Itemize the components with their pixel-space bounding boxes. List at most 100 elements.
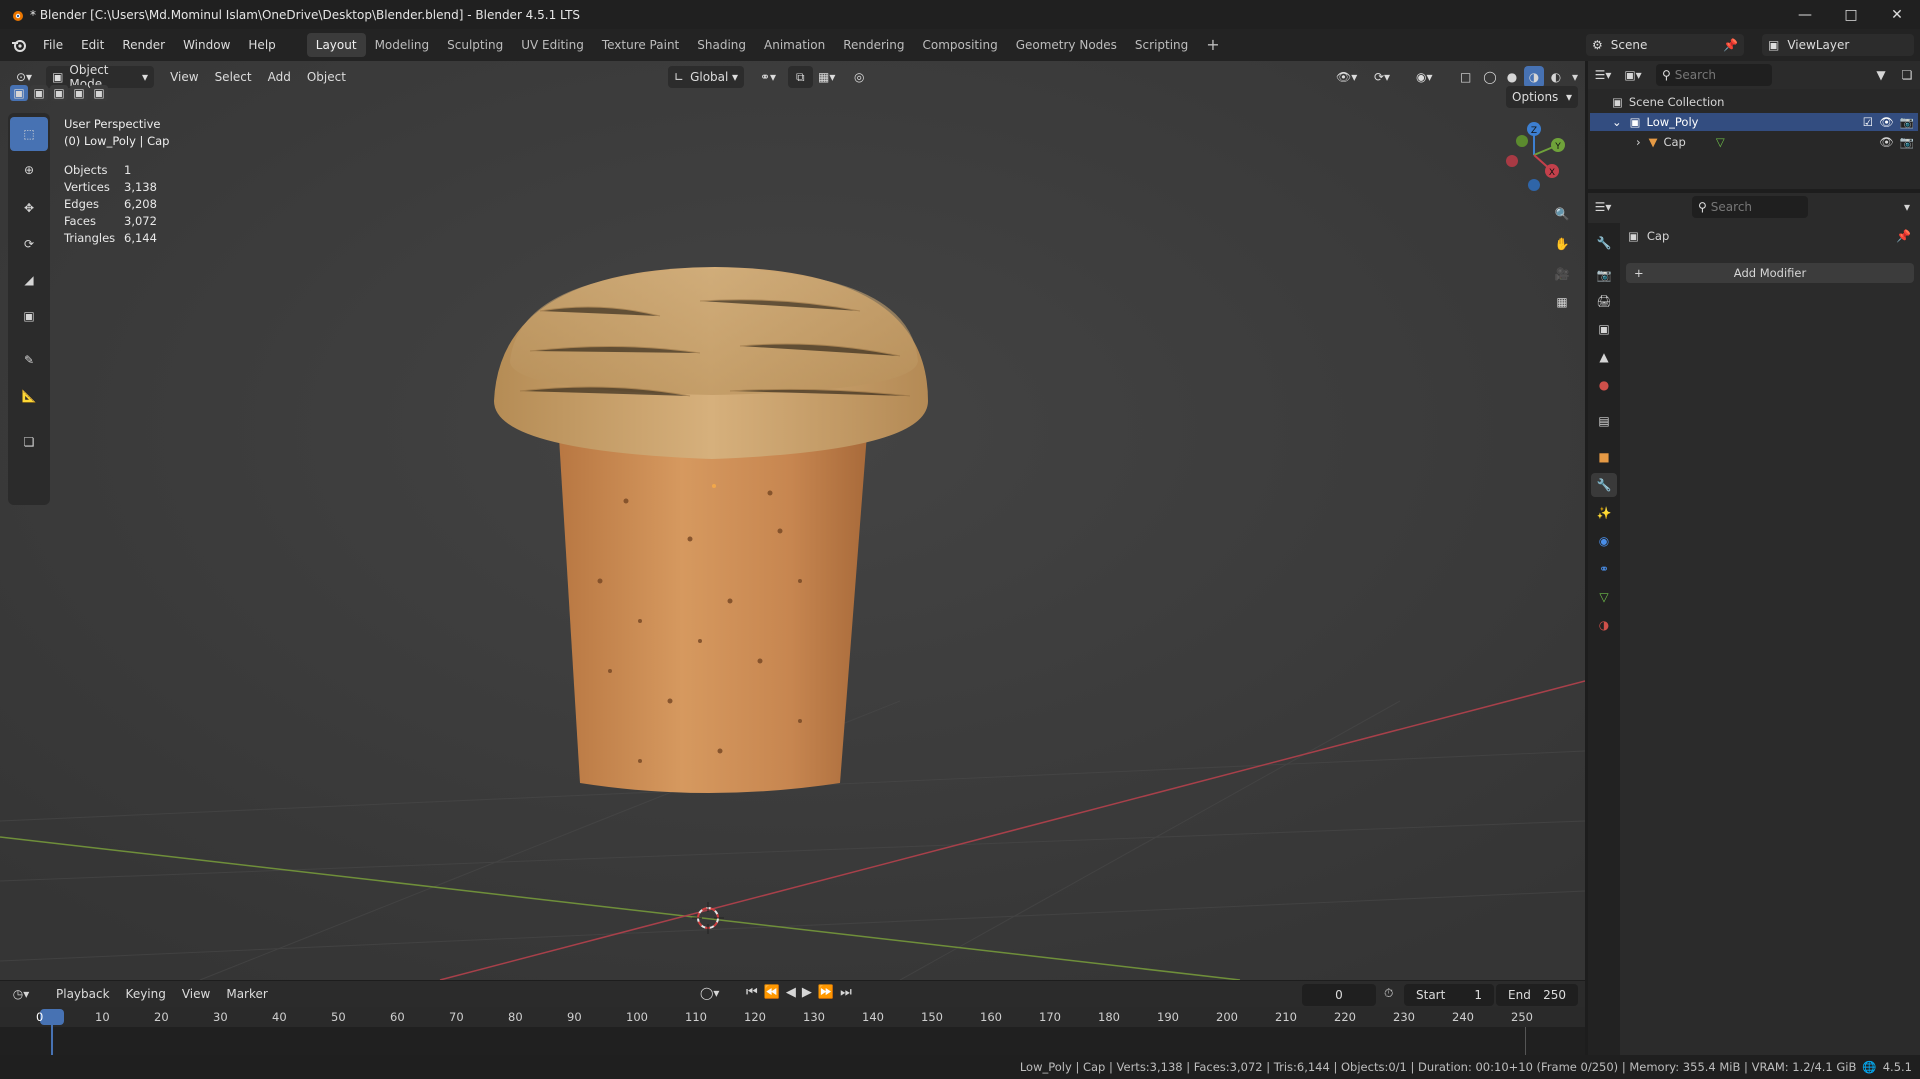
close-button[interactable]: ✕ <box>1874 0 1920 29</box>
overlays-icon[interactable]: ◉▾ <box>1408 66 1441 88</box>
maximize-button[interactable]: □ <box>1828 0 1874 29</box>
menu-window[interactable]: Window <box>174 33 239 57</box>
snap-icon[interactable]: ⧉ <box>788 66 813 88</box>
transform-tool[interactable]: ▣ <box>10 299 48 333</box>
material-tab-icon[interactable]: ◑ <box>1591 613 1617 637</box>
tab-uv-editing[interactable]: UV Editing <box>512 33 593 57</box>
rotate-tool[interactable]: ⟳ <box>10 227 48 261</box>
eye-icon[interactable]: 👁 <box>1879 135 1894 149</box>
chevron-down-icon[interactable]: ▾ <box>1894 200 1920 214</box>
rendered-shading-icon[interactable]: ◐ <box>1546 66 1566 88</box>
output-tab-icon[interactable]: 🖨 <box>1591 289 1617 313</box>
outliner-editor-icon[interactable]: ☰▾ <box>1588 68 1618 82</box>
outliner-row-cap[interactable]: › ▼ Cap ▽ 👁 📷 <box>1590 133 1918 151</box>
tab-layout[interactable]: Layout <box>306 33 366 57</box>
jump-keyframe-back-icon[interactable]: ⏪ <box>764 985 780 1000</box>
physics-tab-icon[interactable]: ◉ <box>1591 529 1617 553</box>
scene-tab-icon[interactable]: ▲ <box>1591 345 1617 369</box>
eye-icon[interactable]: 👁 <box>1879 115 1894 129</box>
pan-hand-icon[interactable]: ✋ <box>1549 231 1575 257</box>
timeline-editor-icon[interactable]: ◷▾ <box>6 987 36 1001</box>
view-layer-selector[interactable]: ▣ ViewLayer <box>1762 34 1914 56</box>
particles-tab-icon[interactable]: ✨ <box>1591 501 1617 525</box>
material-preview-icon[interactable]: ◑ <box>1524 66 1544 88</box>
outliner-search[interactable]: ⚲ Search <box>1656 64 1772 86</box>
annotate-tool[interactable]: ✎ <box>10 343 48 377</box>
tool-tab-icon[interactable]: 🔧 <box>1591 231 1617 255</box>
3d-viewport[interactable]: ⊙▾ ▣ Object Mode ▾ View Select Add Objec… <box>0 61 1585 980</box>
tab-compositing[interactable]: Compositing <box>913 33 1006 57</box>
xray-icon[interactable]: □ <box>1452 66 1479 88</box>
tab-sculpting[interactable]: Sculpting <box>438 33 512 57</box>
properties-search[interactable]: ⚲ Search <box>1692 196 1808 218</box>
menu-playback[interactable]: Playback <box>48 983 118 1005</box>
tab-shading[interactable]: Shading <box>688 33 755 57</box>
gizmo-toggle-icon[interactable]: ⟳▾ <box>1366 66 1398 88</box>
view-layer-tab-icon[interactable]: ▣ <box>1591 317 1617 341</box>
outliner-row-low-poly[interactable]: ⌄ ▣ Low_Poly ☑ 👁 📷 <box>1590 113 1918 131</box>
timeline-ruler[interactable]: 0 10 20 30 40 50 60 70 80 90 100 110 120 130 140 150 160… <box>0 1007 1585 1055</box>
end-frame-field[interactable]: End 250 <box>1496 984 1578 1006</box>
start-frame-field[interactable]: Start 1 <box>1404 984 1494 1006</box>
filter-icon[interactable]: ▼ <box>1868 68 1894 82</box>
menu-add[interactable]: Add <box>260 66 299 88</box>
shading-options-icon[interactable]: ▾ <box>1568 66 1582 88</box>
add-cube-tool[interactable]: ❏ <box>10 425 48 459</box>
menu-help[interactable]: Help <box>239 33 284 57</box>
menu-marker[interactable]: Marker <box>218 983 275 1005</box>
render-tab-icon[interactable]: 📷 <box>1591 263 1617 287</box>
snap-target-icon[interactable]: ▦▾ <box>810 66 843 88</box>
properties-editor-icon[interactable]: ☰▾ <box>1588 200 1618 214</box>
tab-animation[interactable]: Animation <box>755 33 834 57</box>
render-camera-icon[interactable]: 📷 <box>1900 135 1914 149</box>
play-reverse-icon[interactable]: ◀ <box>786 985 796 1000</box>
menu-timeline-view[interactable]: View <box>174 983 218 1005</box>
expand-chevron-icon[interactable]: ⌄ <box>1612 115 1622 129</box>
current-frame-field[interactable]: 0 <box>1302 984 1376 1006</box>
menu-select[interactable]: Select <box>207 66 260 88</box>
auto-keying-icon[interactable]: ◯▾ <box>700 986 719 1000</box>
render-camera-icon[interactable]: 📷 <box>1900 115 1914 129</box>
menu-file[interactable]: File <box>34 33 72 57</box>
mesh-data-tab-icon[interactable]: ▽ <box>1591 585 1617 609</box>
collection-tab-icon[interactable]: ▤ <box>1591 409 1617 433</box>
select-intersect-icon[interactable]: ▣ <box>90 85 108 101</box>
select-extend-icon[interactable]: ▣ <box>30 85 48 101</box>
solid-shading-icon[interactable]: ● <box>1502 66 1522 88</box>
ortho-grid-icon[interactable]: ▦ <box>1549 289 1575 315</box>
select-invert-icon[interactable]: ▣ <box>70 85 88 101</box>
zoom-icon[interactable]: 🔍 <box>1549 201 1575 227</box>
tab-rendering[interactable]: Rendering <box>834 33 913 57</box>
navigation-gizmo[interactable]: Z Y X <box>1494 115 1574 195</box>
menu-render[interactable]: Render <box>113 33 174 57</box>
menu-edit[interactable]: Edit <box>72 33 113 57</box>
visibility-icon[interactable]: 👁▾ <box>1328 66 1365 88</box>
modifier-tab-icon[interactable]: 🔧 <box>1591 473 1617 497</box>
move-tool[interactable]: ✥ <box>10 191 48 225</box>
menu-object[interactable]: Object <box>299 66 354 88</box>
pin-icon[interactable]: 📌 <box>1896 229 1911 243</box>
scale-tool[interactable]: ◢ <box>10 263 48 297</box>
playhead[interactable] <box>40 1009 64 1025</box>
tab-scripting[interactable]: Scripting <box>1126 33 1197 57</box>
select-box-tool[interactable]: ⬚ <box>10 117 48 151</box>
select-new-icon[interactable]: ▣ <box>10 85 28 101</box>
tab-modeling[interactable]: Modeling <box>366 33 439 57</box>
proportional-edit-icon[interactable]: ◎ <box>846 66 872 88</box>
constraints-tab-icon[interactable]: ⚭ <box>1591 557 1617 581</box>
stopwatch-icon[interactable]: ⏱ <box>1384 986 1393 1001</box>
scene-collection-row[interactable]: ▣ Scene Collection <box>1612 95 1724 109</box>
measure-tool[interactable]: 📐 <box>10 379 48 413</box>
tab-geometry-nodes[interactable]: Geometry Nodes <box>1007 33 1126 57</box>
tab-texture-paint[interactable]: Texture Paint <box>593 33 688 57</box>
display-mode-icon[interactable]: ▣▾ <box>1618 68 1648 82</box>
expand-arrow-icon[interactable]: › <box>1636 135 1641 149</box>
orientation-selector[interactable]: ∟ Global ▾ <box>668 66 744 88</box>
play-icon[interactable]: ▶ <box>802 985 812 1000</box>
add-workspace-icon[interactable]: + <box>1197 33 1228 57</box>
options-dropdown[interactable]: Options ▾ <box>1506 86 1578 108</box>
object-tab-icon[interactable]: ■ <box>1591 445 1617 469</box>
new-collection-icon[interactable]: ❏ <box>1894 68 1920 82</box>
jump-end-icon[interactable]: ⏭ <box>840 985 852 1000</box>
pivot-point-icon[interactable]: ⚭▾ <box>752 66 784 88</box>
